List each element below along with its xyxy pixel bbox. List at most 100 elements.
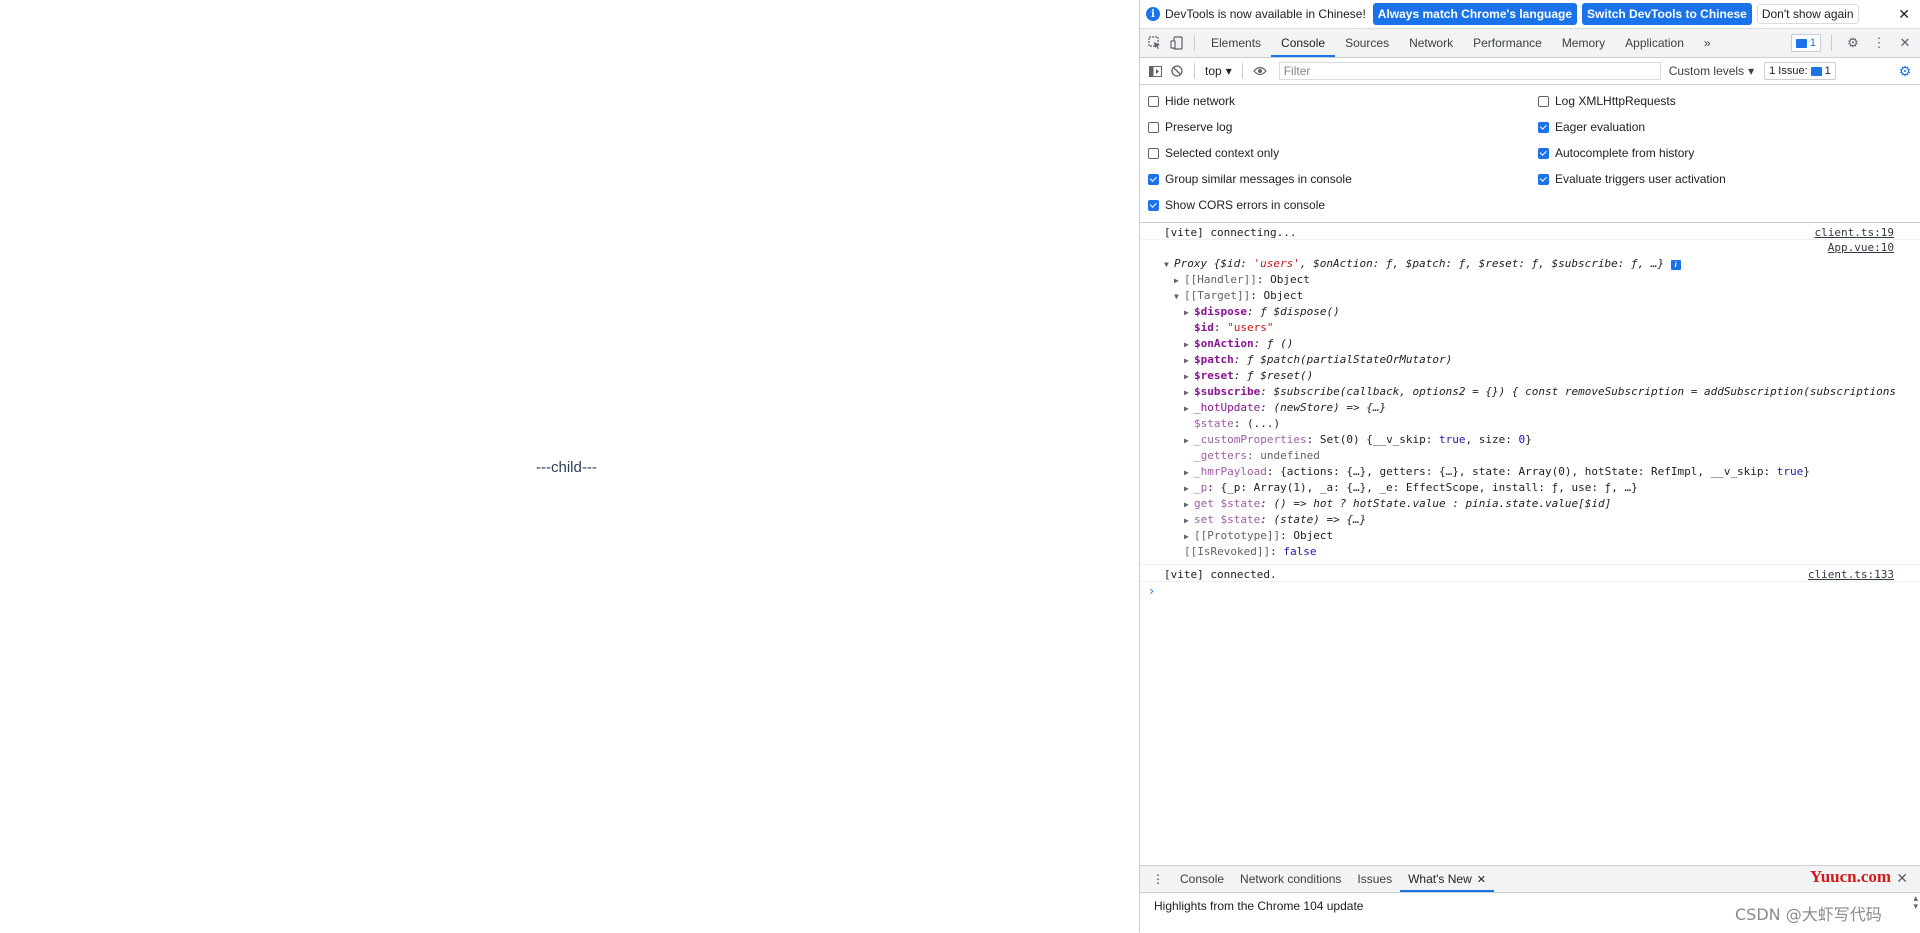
tab-performance[interactable]: Performance <box>1463 29 1552 57</box>
tab-application[interactable]: Application <box>1615 29 1694 57</box>
close-drawer-icon[interactable]: ✕ <box>1896 870 1908 887</box>
value: } <box>1803 465 1810 478</box>
drawer-tab-whats-new[interactable]: What's New ✕ <box>1400 866 1494 892</box>
tree-row-reset[interactable]: ▶ $reset: ƒ $reset() <box>1140 368 1920 384</box>
close-devtools-icon[interactable]: ✕ <box>1894 32 1916 54</box>
log-text: [vite] connecting... <box>1164 226 1297 239</box>
collapse-triangle-icon[interactable]: ▶ <box>1184 369 1194 384</box>
checkbox[interactable] <box>1148 147 1159 159</box>
checkbox[interactable] <box>1538 95 1549 107</box>
setting-label: Selected context only <box>1165 146 1280 160</box>
checkbox-checked[interactable] <box>1538 121 1549 133</box>
context-select[interactable]: top ▾ <box>1201 64 1236 78</box>
collapse-triangle-icon[interactable]: ▶ <box>1184 337 1194 352</box>
collapse-triangle-icon[interactable]: ▶ <box>1184 433 1194 448</box>
close-tab-icon[interactable]: ✕ <box>1477 874 1486 886</box>
proxy-summary[interactable]: ▼ Proxy {$id: 'users', $onAction: ƒ, $pat… <box>1140 256 1920 272</box>
source-link[interactable]: client.ts:133 <box>1808 568 1894 581</box>
collapse-triangle-icon[interactable]: ▶ <box>1184 497 1194 512</box>
checkbox-checked[interactable] <box>1148 199 1159 211</box>
log-levels-select[interactable]: Custom levels ▾ <box>1669 64 1754 78</box>
tab-memory[interactable]: Memory <box>1552 29 1615 57</box>
tree-row-get-state[interactable]: ▶ get $state: () => hot ? hotState.value … <box>1140 496 1920 512</box>
eye-icon[interactable] <box>1249 60 1271 82</box>
close-icon[interactable]: ✕ <box>1894 6 1914 23</box>
collapse-triangle-icon[interactable]: ▶ <box>1184 529 1194 544</box>
checkbox-checked[interactable] <box>1148 173 1159 185</box>
value: : Object <box>1280 529 1334 542</box>
language-infobar: i DevTools is now available in Chinese! … <box>1140 0 1920 29</box>
collapse-triangle-icon[interactable]: ▶ <box>1184 353 1194 368</box>
drawer-tab-network-conditions[interactable]: Network conditions <box>1232 866 1349 892</box>
tree-row-hotupdate[interactable]: ▶ _hotUpdate: (newStore) => {…} <box>1140 400 1920 416</box>
tree-row-prototype[interactable]: ▶ [[Prototype]]: Object <box>1140 528 1920 544</box>
tree-row-set-state[interactable]: ▶ set $state: (state) => {…} <box>1140 512 1920 528</box>
setting-cors-errors[interactable]: Show CORS errors in console <box>1140 192 1530 218</box>
drawer-tab-console[interactable]: Console <box>1172 866 1232 892</box>
collapse-triangle-icon[interactable]: ▶ <box>1174 273 1184 288</box>
gear-icon[interactable]: ⚙ <box>1842 32 1864 54</box>
tree-row-customprops[interactable]: ▶ _customProperties: Set(0) {__v_skip: tr… <box>1140 432 1920 448</box>
dont-show-again-button[interactable]: Don't show again <box>1756 4 1859 24</box>
tree-row-subscribe[interactable]: ▶ $subscribe: $subscribe(callback, option… <box>1140 384 1920 400</box>
checkbox-checked[interactable] <box>1538 173 1549 185</box>
setting-selected-context[interactable]: Selected context only <box>1140 140 1530 166</box>
collapse-triangle-icon[interactable]: ▶ <box>1184 305 1194 320</box>
checkbox[interactable] <box>1148 95 1159 107</box>
tree-row-target[interactable]: ▼ [[Target]]: Object <box>1140 288 1920 304</box>
key: [[Prototype]] <box>1194 529 1281 542</box>
setting-label: Evaluate triggers user activation <box>1555 172 1726 186</box>
console-prompt[interactable]: › <box>1140 582 1920 598</box>
console-settings-icon[interactable]: ⚙ <box>1894 63 1916 80</box>
scroll-arrows-icon[interactable]: ▴ ▾ <box>1913 894 1918 911</box>
tree-row-dispose[interactable]: ▶ $dispose: ƒ $dispose() <box>1140 304 1920 320</box>
checkbox-checked[interactable] <box>1538 147 1549 159</box>
value: : Set(0) {__v_skip: <box>1306 433 1440 446</box>
tree-row-patch[interactable]: ▶ $patch: ƒ $patch(partialStateOrMutator) <box>1140 352 1920 368</box>
setting-autocomplete[interactable]: Autocomplete from history <box>1530 140 1920 166</box>
collapse-triangle-icon[interactable]: ▶ <box>1184 401 1194 416</box>
message-icon <box>1810 66 1822 76</box>
match-language-button[interactable]: Always match Chrome's language <box>1372 3 1578 25</box>
tab-console[interactable]: Console <box>1271 29 1336 57</box>
tree-row-onaction[interactable]: ▶ $onAction: ƒ () <box>1140 336 1920 352</box>
setting-hide-network[interactable]: Hide network <box>1140 88 1530 114</box>
clear-console-icon[interactable] <box>1166 60 1188 82</box>
tree-row-state[interactable]: $state: (...) <box>1140 416 1920 432</box>
sidebar-toggle-icon[interactable] <box>1144 60 1166 82</box>
tree-row-p[interactable]: ▶ _p: {_p: Array(1), _a: {…}, _e: EffectS… <box>1140 480 1920 496</box>
tree-row-hmrpayload[interactable]: ▶ _hmrPayload: {actions: {…}, getters: {…… <box>1140 464 1920 480</box>
expand-triangle-icon[interactable]: ▼ <box>1164 257 1174 272</box>
drawer-menu-icon[interactable]: ⋮ <box>1144 866 1172 892</box>
issues-button[interactable]: 1 Issue: 1 <box>1764 62 1836 80</box>
issues-badge[interactable]: 1 <box>1790 34 1821 52</box>
collapse-triangle-icon[interactable]: ▶ <box>1184 385 1194 400</box>
drawer-tab-issues[interactable]: Issues <box>1349 866 1400 892</box>
info-icon[interactable]: i <box>1670 260 1681 270</box>
tab-network[interactable]: Network <box>1399 29 1463 57</box>
source-link[interactable]: client.ts:19 <box>1815 226 1894 239</box>
collapse-triangle-icon[interactable]: ▶ <box>1184 513 1194 528</box>
inspect-element-icon[interactable] <box>1144 32 1166 54</box>
setting-log-xhr[interactable]: Log XMLHttpRequests <box>1530 88 1920 114</box>
divider <box>1194 35 1195 51</box>
collapse-triangle-icon[interactable]: ▶ <box>1184 481 1194 496</box>
tree-row-handler[interactable]: ▶ [[Handler]]: Object <box>1140 272 1920 288</box>
tab-sources[interactable]: Sources <box>1335 29 1399 57</box>
key: $id <box>1194 321 1214 334</box>
device-toolbar-icon[interactable] <box>1166 32 1188 54</box>
setting-eager-eval[interactable]: Eager evaluation <box>1530 114 1920 140</box>
checkbox[interactable] <box>1148 121 1159 133</box>
filter-input[interactable]: Filter <box>1278 62 1661 80</box>
source-link[interactable]: App.vue:10 <box>1828 241 1894 254</box>
value: , size: <box>1465 433 1519 446</box>
tab-elements[interactable]: Elements <box>1201 29 1271 57</box>
expand-triangle-icon[interactable]: ▼ <box>1174 289 1184 304</box>
setting-preserve-log[interactable]: Preserve log <box>1140 114 1530 140</box>
collapse-triangle-icon[interactable]: ▶ <box>1184 465 1194 480</box>
kebab-menu-icon[interactable]: ⋮ <box>1868 32 1890 54</box>
switch-chinese-button[interactable]: Switch DevTools to Chinese <box>1582 3 1752 25</box>
setting-group-similar[interactable]: Group similar messages in console <box>1140 166 1530 192</box>
more-tabs-icon[interactable]: » <box>1694 29 1721 57</box>
setting-user-activation[interactable]: Evaluate triggers user activation <box>1530 166 1920 192</box>
